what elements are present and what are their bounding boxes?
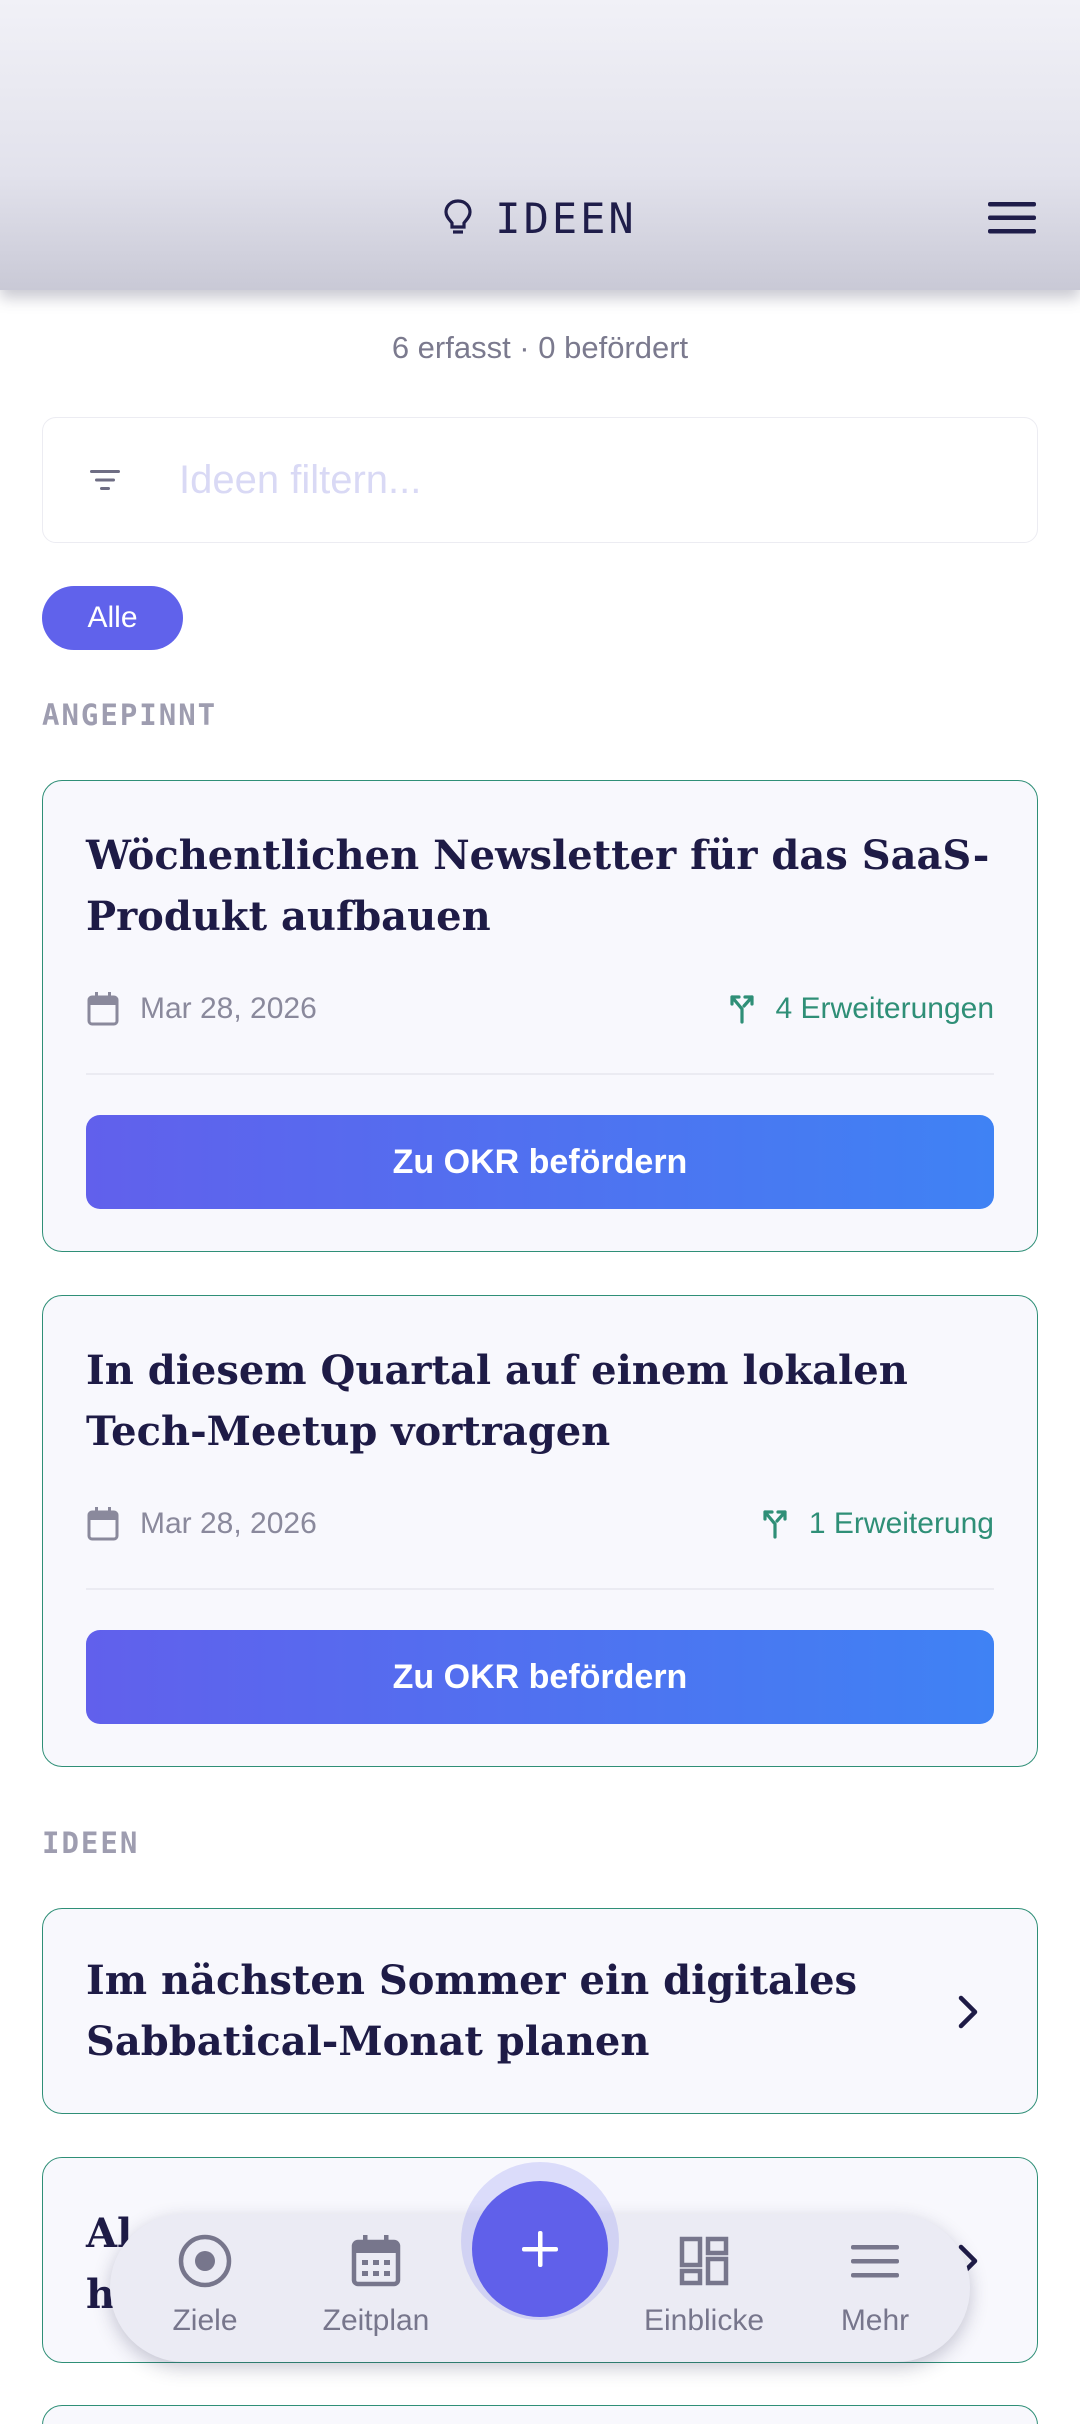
- section-label-ideas: IDEEN: [42, 1826, 140, 1860]
- card-date: Mar 28, 2026: [140, 1507, 317, 1540]
- page-title: IDEEN: [495, 193, 637, 243]
- promote-to-okr-button[interactable]: Zu OKR befördern: [86, 1115, 994, 1209]
- extensions-label: 1 Erweiterung: [808, 1507, 994, 1540]
- menu-icon: [851, 2245, 899, 2278]
- extensions-label: 4 Erweiterungen: [775, 992, 994, 1025]
- dashboard-icon: [679, 2236, 729, 2286]
- target-icon: [178, 2234, 232, 2288]
- chevron-right-icon: [958, 1995, 978, 2029]
- chip-all[interactable]: Alle: [42, 586, 183, 650]
- menu-icon[interactable]: [984, 196, 1040, 240]
- card-title: In diesem Quartal auf einem lokalen Tech…: [86, 1347, 908, 1455]
- add-idea-button[interactable]: [472, 2181, 608, 2317]
- filter-input[interactable]: [179, 457, 939, 503]
- calendar-icon: [87, 1507, 119, 1541]
- lightbulb-icon: [444, 199, 472, 234]
- section-label-pinned: ANGEPINNT: [42, 698, 218, 732]
- nav-item-goals[interactable]: Ziele: [130, 2230, 280, 2350]
- fork-icon: [729, 995, 754, 1024]
- card-date: Mar 28, 2026: [140, 992, 317, 1025]
- nav-label: Einblicke: [643, 2304, 765, 2337]
- card-divider: [86, 1588, 994, 1590]
- idea-card[interactable]: [42, 2405, 1038, 2424]
- calendar-icon: [87, 992, 119, 1026]
- pinned-idea-card[interactable]: In diesem Quartal auf einem lokalen Tech…: [42, 1295, 1038, 1767]
- fork-icon: [763, 1510, 787, 1539]
- card-title: Wöchentlichen Newsletter für das SaaS-Pr…: [86, 832, 990, 940]
- nav-item-schedule[interactable]: Zeitplan: [301, 2230, 451, 2350]
- card-meta: Mar 28, 2026 1 Erweiterung: [86, 1502, 994, 1546]
- calendar-icon: [351, 2235, 401, 2287]
- card-title: Im nächsten Sommer ein digitales Sabbati…: [86, 1957, 858, 2065]
- promote-to-okr-button[interactable]: Zu OKR befördern: [86, 1630, 994, 1724]
- idea-card[interactable]: Im nächsten Sommer ein digitales Sabbati…: [42, 1908, 1038, 2114]
- nav-label: Zeitplan: [322, 2304, 430, 2337]
- plus-icon: [522, 2231, 558, 2267]
- header-title-group: IDEEN: [0, 190, 1080, 246]
- card-divider: [86, 1073, 994, 1075]
- card-extensions[interactable]: 4 Erweiterungen: [728, 992, 994, 1026]
- nav-label: Ziele: [172, 2304, 238, 2337]
- filter-box[interactable]: [42, 417, 1038, 543]
- card-meta: Mar 28, 2026 4 Erweiterungen: [86, 987, 994, 1031]
- filter-icon: [90, 470, 120, 490]
- card-extensions[interactable]: 1 Erweiterung: [761, 1507, 994, 1541]
- pinned-idea-card[interactable]: Wöchentlichen Newsletter für das SaaS-Pr…: [42, 780, 1038, 1252]
- nav-label: Mehr: [840, 2304, 910, 2337]
- nav-item-more[interactable]: Mehr: [800, 2230, 950, 2350]
- app-header: IDEEN: [0, 0, 1080, 290]
- idea-summary: 6 erfasst · 0 befördert: [391, 330, 689, 365]
- nav-item-insights[interactable]: Einblicke: [629, 2230, 779, 2350]
